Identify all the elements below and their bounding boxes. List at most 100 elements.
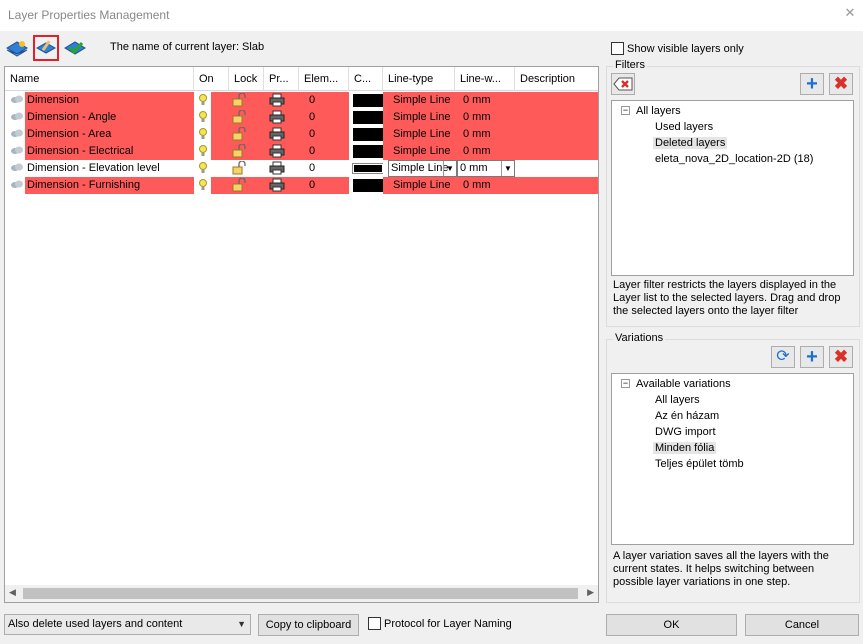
tree-node-variation[interactable]: All layers bbox=[655, 394, 700, 406]
add-filter-button[interactable]: + bbox=[800, 73, 824, 95]
col-linewidth[interactable]: Line-w... bbox=[455, 67, 515, 91]
linewidth[interactable]: 0 mm bbox=[455, 92, 515, 109]
description[interactable] bbox=[515, 109, 598, 126]
linewidth-select[interactable]: 0 mm ▼ bbox=[457, 160, 515, 177]
add-variation-button[interactable]: + bbox=[800, 346, 824, 368]
col-lock[interactable]: Lock bbox=[229, 67, 264, 91]
col-on[interactable]: On bbox=[194, 67, 229, 91]
layer-name[interactable]: Dimension - Elevation level bbox=[25, 160, 194, 177]
show-visible-checkbox[interactable] bbox=[611, 42, 624, 55]
collapse-icon[interactable]: − bbox=[621, 379, 630, 388]
collapse-icon[interactable]: − bbox=[621, 106, 630, 115]
tree-node-variation[interactable]: DWG import bbox=[655, 426, 716, 438]
lock-icon[interactable] bbox=[229, 109, 264, 126]
col-color[interactable]: C... bbox=[349, 67, 383, 91]
close-icon[interactable]: ✕ bbox=[843, 6, 857, 20]
layer-color-swatch[interactable] bbox=[349, 177, 383, 194]
linetype[interactable]: Simple Line bbox=[383, 109, 455, 126]
col-print[interactable]: Pr... bbox=[264, 67, 299, 91]
layer-color-swatch[interactable] bbox=[349, 92, 383, 109]
scroll-left-icon[interactable]: ◀ bbox=[9, 587, 16, 598]
set-current-layer-button[interactable] bbox=[62, 35, 88, 61]
lock-icon[interactable] bbox=[229, 143, 264, 160]
table-row[interactable]: Dimension - Furnishing 0 Simple Line 0 mm bbox=[5, 177, 598, 194]
protocol-option[interactable]: Protocol for Layer Naming bbox=[368, 617, 512, 630]
table-row[interactable]: Dimension - Area 0 Simple Line 0 mm bbox=[5, 126, 598, 143]
col-description[interactable]: Description bbox=[515, 67, 598, 91]
tree-node-all-layers[interactable]: All layers bbox=[636, 105, 681, 117]
col-elements[interactable]: Elem... bbox=[299, 67, 349, 91]
delete-variation-button[interactable]: ✖ bbox=[829, 346, 853, 368]
tree-node-used-layers[interactable]: Used layers bbox=[655, 121, 713, 133]
linetype[interactable]: Simple Line bbox=[383, 126, 455, 143]
description[interactable] bbox=[515, 177, 598, 194]
layer-name[interactable]: Dimension - Furnishing bbox=[25, 177, 194, 194]
linewidth[interactable]: 0 mm bbox=[455, 126, 515, 143]
cancel-button[interactable]: Cancel bbox=[745, 614, 859, 636]
table-row[interactable]: Dimension - Angle 0 Simple Line 0 mm bbox=[5, 109, 598, 126]
lock-icon[interactable] bbox=[229, 160, 264, 177]
visibility-bulb-icon[interactable] bbox=[194, 109, 211, 126]
layer-color-swatch[interactable] bbox=[349, 143, 383, 160]
tree-node-available-variations[interactable]: Available variations bbox=[636, 378, 731, 390]
description[interactable] bbox=[515, 126, 598, 143]
scroll-thumb[interactable] bbox=[23, 588, 578, 599]
ok-button[interactable]: OK bbox=[606, 614, 737, 636]
new-layer-button[interactable] bbox=[4, 35, 30, 61]
linewidth[interactable]: 0 mm bbox=[455, 109, 515, 126]
clear-filter-button[interactable] bbox=[611, 73, 635, 95]
visibility-bulb-icon[interactable] bbox=[194, 92, 211, 109]
variations-tree[interactable]: − Available variations All layers Az én … bbox=[611, 373, 854, 545]
layer-color-swatch[interactable] bbox=[349, 109, 383, 126]
lock-icon[interactable] bbox=[229, 92, 264, 109]
linetype[interactable]: Simple Line bbox=[383, 143, 455, 160]
visibility-bulb-icon[interactable] bbox=[194, 143, 211, 160]
edit-layer-button[interactable] bbox=[33, 35, 59, 61]
layer-color-swatch[interactable] bbox=[349, 126, 383, 143]
tree-node-variation[interactable]: Minden fólia bbox=[653, 442, 717, 454]
printer-icon[interactable] bbox=[264, 143, 299, 160]
layer-name[interactable]: Dimension bbox=[25, 92, 194, 109]
horizontal-scrollbar[interactable]: ◀ ▶ bbox=[5, 585, 598, 602]
lock-icon[interactable] bbox=[229, 177, 264, 194]
col-linetype[interactable]: Line-type bbox=[383, 67, 455, 91]
description[interactable] bbox=[515, 160, 598, 177]
delete-option-select[interactable]: Also delete used layers and content ▼ bbox=[4, 614, 251, 635]
tree-node-location-filter[interactable]: eleta_nova_2D_location-2D (18) bbox=[655, 153, 813, 165]
layer-table[interactable]: Name On Lock Pr... Elem... C... Line-typ… bbox=[4, 66, 599, 603]
layer-name[interactable]: Dimension - Electrical bbox=[25, 143, 194, 160]
visibility-bulb-icon[interactable] bbox=[194, 177, 211, 194]
layer-name[interactable]: Dimension - Area bbox=[25, 126, 194, 143]
layer-name[interactable]: Dimension - Angle bbox=[25, 109, 194, 126]
refresh-variation-button[interactable]: ⟳ bbox=[771, 346, 795, 368]
copy-to-clipboard-button[interactable]: Copy to clipboard bbox=[258, 614, 359, 636]
visibility-bulb-icon[interactable] bbox=[194, 126, 211, 143]
protocol-checkbox[interactable] bbox=[368, 617, 381, 630]
lock-icon[interactable] bbox=[229, 126, 264, 143]
col-name[interactable]: Name bbox=[5, 67, 194, 91]
linetype[interactable]: Simple Line bbox=[383, 177, 455, 194]
tree-node-variation[interactable]: Az én házam bbox=[655, 410, 719, 422]
linewidth[interactable]: 0 mm bbox=[455, 143, 515, 160]
linetype[interactable]: Simple Line bbox=[383, 92, 455, 109]
scroll-right-icon[interactable]: ▶ bbox=[587, 587, 594, 598]
filters-tree[interactable]: − All layers Used layers Deleted layers … bbox=[611, 100, 854, 276]
linetype-select[interactable]: Simple Line ▼ bbox=[388, 160, 457, 177]
printer-icon[interactable] bbox=[264, 177, 299, 194]
table-row[interactable]: Dimension - Elevation level 0 Simple Line ▼… bbox=[5, 160, 598, 177]
visibility-bulb-icon[interactable] bbox=[194, 160, 211, 177]
tree-node-variation[interactable]: Teljes épület tömb bbox=[655, 458, 744, 470]
linewidth[interactable]: 0 mm bbox=[455, 177, 515, 194]
show-visible-option[interactable]: Show visible layers only bbox=[611, 42, 744, 55]
layer-color-swatch[interactable] bbox=[349, 160, 383, 177]
printer-icon[interactable] bbox=[264, 92, 299, 109]
description[interactable] bbox=[515, 143, 598, 160]
printer-icon[interactable] bbox=[264, 160, 299, 177]
printer-icon[interactable] bbox=[264, 109, 299, 126]
table-row[interactable]: Dimension 0 Simple Line 0 mm bbox=[5, 92, 598, 109]
tree-node-deleted-layers[interactable]: Deleted layers bbox=[653, 137, 728, 149]
table-row[interactable]: Dimension - Electrical 0 Simple Line 0 mm bbox=[5, 143, 598, 160]
printer-icon[interactable] bbox=[264, 126, 299, 143]
description[interactable] bbox=[515, 92, 598, 109]
delete-filter-button[interactable]: ✖ bbox=[829, 73, 853, 95]
